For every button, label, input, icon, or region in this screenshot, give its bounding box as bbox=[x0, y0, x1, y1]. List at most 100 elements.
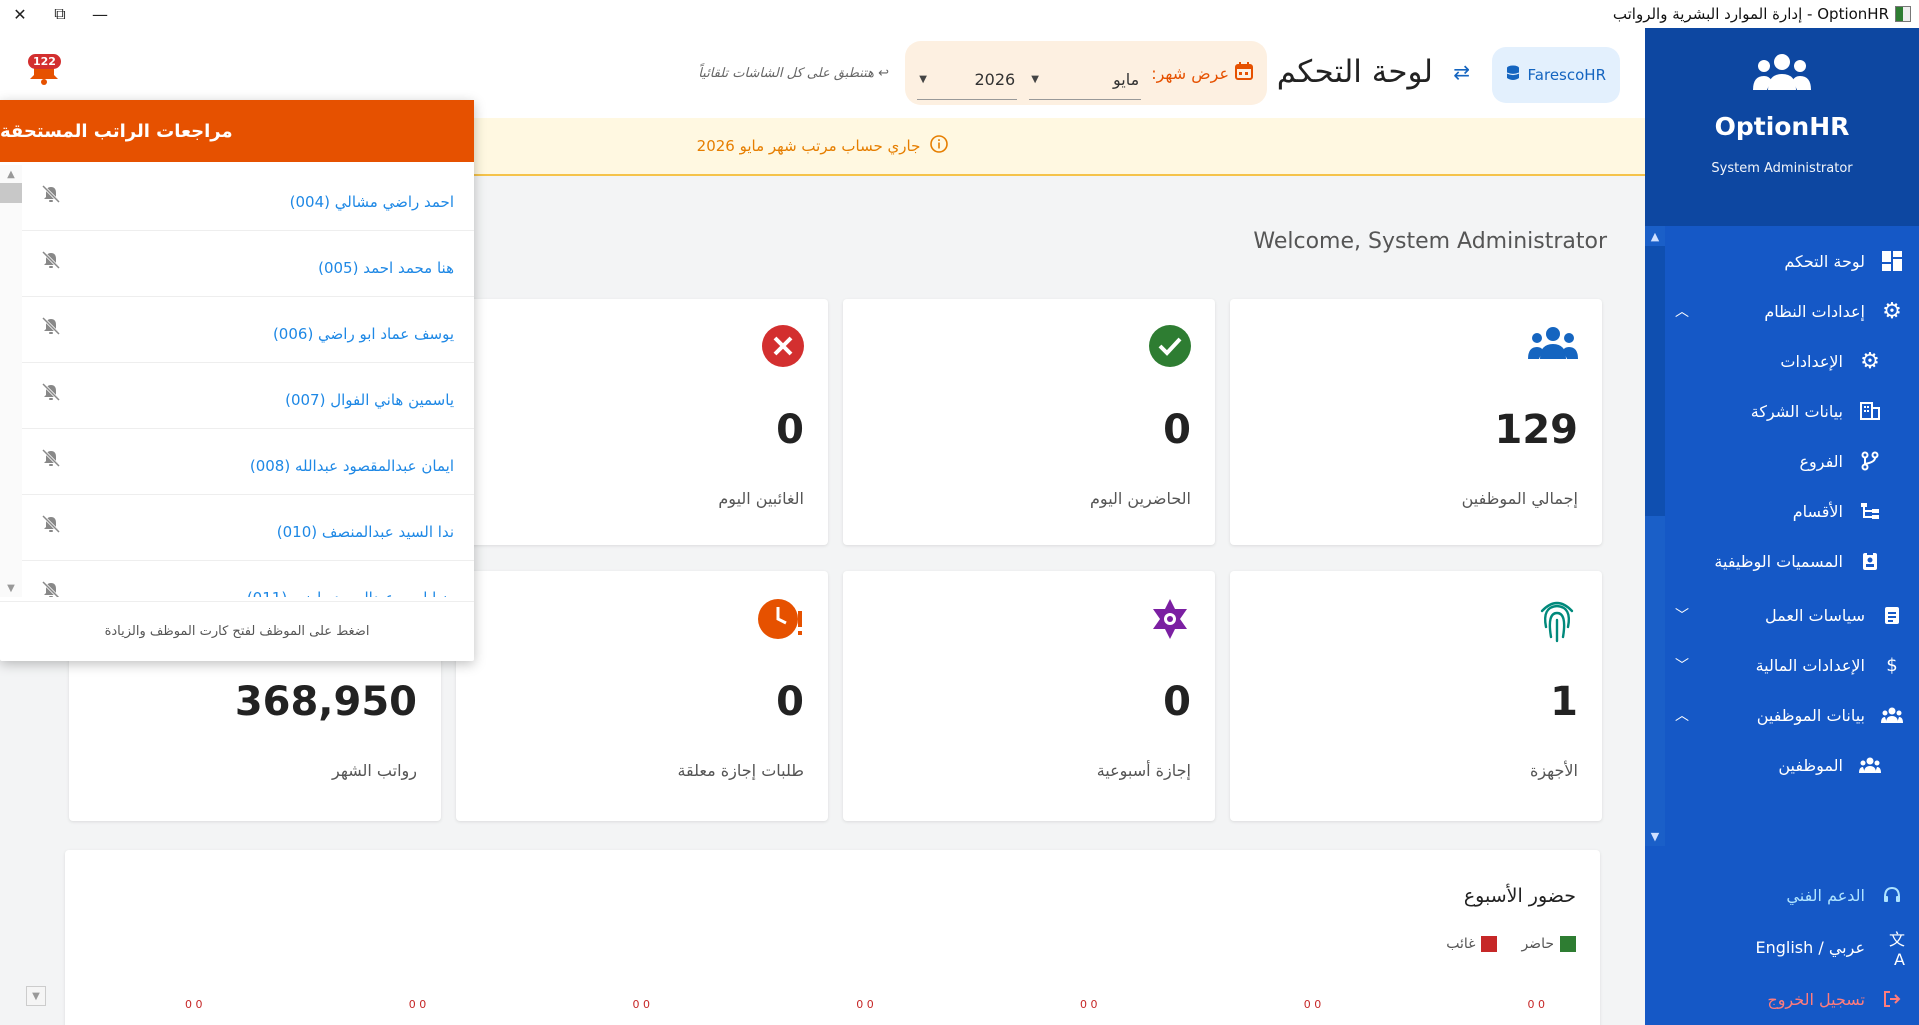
sidebar-item-label: بيانات الموظفين bbox=[1756, 705, 1865, 725]
close-window-button[interactable]: ✕ bbox=[0, 0, 40, 28]
popup-footer: اضغط على الموظف لفتح كارت الموظف والزياد… bbox=[0, 601, 474, 661]
sidebar-item-system-settings[interactable]: ⚙ إعدادات النظام ︿ bbox=[1645, 286, 1919, 336]
stat-card-devices[interactable]: 1 الأجهزة bbox=[1230, 571, 1602, 821]
stat-label: الأجهزة bbox=[1529, 761, 1578, 780]
sidebar-item-departments[interactable]: الأقسام bbox=[1645, 486, 1919, 536]
salary-review-popup: مراجعات الراتب المستحقة ▲ ▼ احمد راضي مش… bbox=[0, 100, 474, 661]
popup-employee-item[interactable]: يوسف عماد ابو راضي (006) bbox=[22, 297, 474, 363]
employee-link[interactable]: احمد راضي مشالي (004) bbox=[290, 193, 454, 211]
sidebar-item-dashboard[interactable]: لوحة التحكم bbox=[1645, 236, 1919, 286]
bell-off-icon[interactable] bbox=[42, 581, 60, 597]
stat-card-present-today[interactable]: 0 الحاضرين اليوم bbox=[843, 299, 1215, 545]
stat-label: الحاضرين اليوم bbox=[1090, 489, 1191, 508]
bell-off-icon[interactable] bbox=[42, 383, 60, 401]
auto-apply-hint: ↩ هتنطبق على كل الشاشات تلقائياً bbox=[698, 66, 889, 81]
brand-name: OptionHR bbox=[1714, 112, 1850, 141]
clock-alert-icon bbox=[758, 599, 802, 639]
logout-button[interactable]: تسجيل الخروج bbox=[1645, 973, 1919, 1025]
day-value-text: 0 0 bbox=[185, 998, 203, 1011]
sidebar-item-label: بيانات الشركة bbox=[1750, 401, 1843, 421]
employee-link[interactable]: ياسمين هاني الفوال (007) bbox=[285, 391, 454, 409]
bell-off-icon[interactable] bbox=[42, 449, 60, 467]
building-icon bbox=[1857, 398, 1883, 424]
stat-card-weekly-leave[interactable]: 0 إجازة أسبوعية bbox=[843, 571, 1215, 821]
employee-link[interactable]: ندا السيد عبدالمنصف (010) bbox=[277, 523, 454, 541]
day-values: 0 0 bbox=[633, 998, 651, 1011]
stat-card-absent-today[interactable]: 0 الغائبين اليوم bbox=[456, 299, 828, 545]
people-icon bbox=[1879, 702, 1905, 728]
scroll-down-icon[interactable]: ▼ bbox=[1645, 826, 1665, 846]
stat-value: 0 bbox=[1163, 679, 1191, 725]
star-icon bbox=[1153, 599, 1187, 639]
employee-link[interactable]: ايمان عبدالمقصود عبدالله (008) bbox=[250, 457, 454, 475]
day-value-text: 0 0 bbox=[1527, 998, 1546, 1011]
bell-off-icon[interactable] bbox=[42, 515, 60, 533]
clipboard-icon bbox=[1879, 602, 1905, 628]
bell-off-icon[interactable] bbox=[42, 251, 60, 269]
sidebar-item-employee-data[interactable]: بيانات الموظفين ︿ bbox=[1645, 690, 1919, 740]
sidebar-item-label: الفروع bbox=[1799, 451, 1843, 471]
month-value: مايو bbox=[1113, 70, 1140, 89]
sidebar: OptionHR System Administrator ▲ ▼ لوحة ا… bbox=[1645, 28, 1919, 1025]
database-chip[interactable]: FarescoHR bbox=[1491, 47, 1620, 103]
chevron-down-icon[interactable]: ﹀ bbox=[1675, 655, 1689, 675]
chart-legend: حاضر غائب bbox=[1446, 936, 1576, 952]
gear-icon: ⚙ bbox=[1882, 298, 1902, 324]
sidebar-item-work-policies[interactable]: سياسات العمل ﹀ bbox=[1645, 590, 1919, 640]
employee-link[interactable]: ضيا ايمن عبدالمجيد راضي (011) bbox=[247, 589, 454, 597]
chevron-down-icon[interactable]: ﹀ bbox=[1675, 605, 1689, 625]
minimize-window-button[interactable]: — bbox=[80, 0, 120, 28]
stat-card-total-employees[interactable]: 129 إجمالي الموظفين bbox=[1230, 299, 1602, 545]
popup-scrollbar[interactable]: ▲ ▼ bbox=[0, 165, 22, 597]
day-value-text: 0 0 bbox=[1080, 998, 1098, 1011]
calendar-icon bbox=[1235, 62, 1253, 84]
legend-absent[interactable]: غائب bbox=[1446, 936, 1498, 952]
sidebar-item-job-titles[interactable]: المسميات الوظيفية bbox=[1645, 536, 1919, 586]
sidebar-item-settings[interactable]: ⚙ الإعدادات bbox=[1645, 336, 1919, 386]
employee-link[interactable]: يوسف عماد ابو راضي (006) bbox=[273, 325, 454, 343]
year-select[interactable]: 2026 ▼ bbox=[917, 60, 1018, 100]
chevron-up-icon[interactable]: ︿ bbox=[1675, 301, 1689, 321]
stat-value: 1 bbox=[1550, 679, 1578, 725]
support-link[interactable]: الدعم الفني bbox=[1645, 869, 1919, 921]
legend-present-label: حاضر bbox=[1521, 936, 1554, 952]
sidebar-item-branches[interactable]: الفروع bbox=[1645, 436, 1919, 486]
legend-absent-label: غائب bbox=[1446, 936, 1476, 952]
popup-employee-item[interactable]: ايمان عبدالمقصود عبدالله (008) bbox=[22, 429, 474, 495]
database-name: FarescoHR bbox=[1527, 66, 1606, 84]
popup-employee-item[interactable]: هنا محمد احمد (005) bbox=[22, 231, 474, 297]
weekly-bars: 0 0 0 0 0 0 0 0 0 0 0 0 0 0 bbox=[185, 998, 1545, 1011]
day-values: 0 0 bbox=[1304, 998, 1322, 1011]
employee-link[interactable]: هنا محمد احمد (005) bbox=[318, 259, 454, 277]
sidebar-item-employees[interactable]: الموظفين bbox=[1645, 740, 1919, 790]
sidebar-item-label: الأقسام bbox=[1792, 501, 1843, 521]
popup-employee-item[interactable]: ندا السيد عبدالمنصف (010) bbox=[22, 495, 474, 561]
scrollbar-thumb[interactable] bbox=[0, 183, 22, 203]
info-icon bbox=[930, 135, 949, 157]
chevron-up-icon[interactable]: ︿ bbox=[1675, 705, 1689, 725]
popup-title: مراجعات الراتب المستحقة bbox=[0, 100, 474, 162]
swap-database-icon[interactable]: ⇄ bbox=[1453, 60, 1470, 84]
notification-count-badge: 122 bbox=[28, 54, 61, 69]
popup-employee-item[interactable]: احمد راضي مشالي (004) bbox=[22, 165, 474, 231]
language-toggle[interactable]: 文A عربي / English bbox=[1645, 921, 1919, 973]
sidebar-item-company-data[interactable]: بيانات الشركة bbox=[1645, 386, 1919, 436]
sidebar-item-financial-settings[interactable]: $ الإعدادات المالية ﹀ bbox=[1645, 640, 1919, 690]
day-value-text: 0 0 bbox=[1303, 998, 1322, 1011]
page-scroll-down-icon[interactable]: ▼ bbox=[26, 986, 46, 1006]
bell-off-icon[interactable] bbox=[42, 317, 60, 335]
scroll-up-icon[interactable]: ▲ bbox=[0, 165, 22, 183]
bell-off-icon[interactable] bbox=[42, 185, 60, 203]
maximize-window-button[interactable]: ⧉ bbox=[40, 0, 80, 28]
scroll-down-icon[interactable]: ▼ bbox=[0, 579, 22, 597]
people-icon bbox=[1857, 752, 1883, 778]
month-select[interactable]: مايو ▼ bbox=[1029, 60, 1142, 100]
popup-employee-item[interactable]: ضيا ايمن عبدالمجيد راضي (011) bbox=[22, 561, 474, 597]
legend-present[interactable]: حاضر bbox=[1521, 936, 1576, 952]
stat-card-pending-leave[interactable]: 0 طلبات إجازة معلقة bbox=[456, 571, 828, 821]
day-value-text: 0 0 bbox=[856, 998, 874, 1011]
popup-employee-item[interactable]: ياسمين هاني الفوال (007) bbox=[22, 363, 474, 429]
fingerprint-icon bbox=[1540, 601, 1574, 643]
day-values: 0 0 bbox=[856, 998, 874, 1011]
stat-value: 0 bbox=[1163, 407, 1191, 453]
